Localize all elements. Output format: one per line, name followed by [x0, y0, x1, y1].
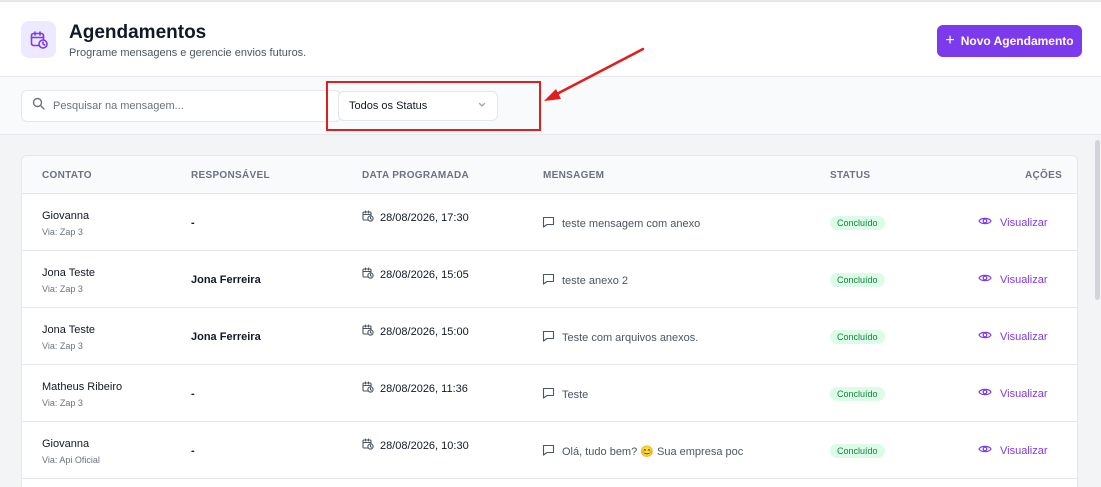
annotation-highlight-box [326, 81, 541, 131]
view-button-label: Visualizar [1000, 216, 1048, 229]
status-badge: Concluído [830, 216, 885, 230]
contact-channel: Via: Zap 3 [42, 398, 83, 408]
calendar-clock-icon [21, 21, 56, 58]
message-preview: teste mensagem com anexo [542, 216, 700, 231]
contact-name: Giovanna [42, 210, 90, 222]
view-button-label: Visualizar [1000, 330, 1048, 343]
column-header-data: DATA PROGRAMADA [362, 170, 470, 181]
contact-name: Jona Teste [42, 324, 96, 336]
responsible-name: - [191, 217, 195, 229]
contact-channel: Via: Zap 3 [42, 284, 83, 294]
table-row[interactable]: Jona Teste Via: Zap 3 Jona Ferreira 28/08/2… [22, 308, 1077, 365]
status-badge: Concluído [830, 330, 885, 344]
view-button-label: Visualizar [1000, 273, 1048, 286]
scheduled-date: 28/08/2026, 15:05 [362, 267, 469, 282]
search-box[interactable] [21, 90, 341, 122]
contact-channel: Via: Zap 3 [42, 341, 83, 351]
new-schedule-button[interactable]: + Novo Agendamento [937, 25, 1082, 57]
scheduled-date-text: 28/08/2026, 15:05 [380, 268, 469, 281]
eye-icon [978, 444, 992, 457]
view-button[interactable]: Visualizar [978, 330, 1048, 343]
message-preview: Olá, tudo bem? 😊 Sua empresa poc [542, 444, 743, 459]
page-header: Agendamentos Programe mensagens e gerenc… [0, 0, 1101, 77]
contact-name: Matheus Ribeiro [42, 381, 123, 393]
scheduled-date-text: 28/08/2026, 11:36 [380, 382, 468, 395]
message-icon [542, 330, 555, 345]
new-schedule-label: Novo Agendamento [960, 34, 1074, 48]
eye-icon [978, 330, 992, 343]
message-icon [542, 387, 555, 402]
table-header: CONTATO RESPONSÁVEL DATA PROGRAMADA MENS… [22, 156, 1077, 194]
calendar-clock-icon [362, 381, 374, 396]
page-title: Agendamentos [69, 22, 207, 43]
message-text: teste anexo 2 [562, 274, 629, 287]
status-badge: Concluído [830, 444, 885, 458]
contact-name: Giovanna [42, 438, 90, 450]
view-button[interactable]: Visualizar [978, 444, 1048, 457]
view-button-label: Visualizar [1000, 387, 1048, 400]
message-preview: Teste [542, 387, 588, 402]
scheduled-date-text: 28/08/2026, 10:30 [380, 439, 469, 452]
status-badge: Concluído [830, 387, 885, 401]
view-button[interactable]: Visualizar [978, 216, 1048, 229]
scheduled-date: 28/08/2026, 11:36 [362, 381, 468, 396]
eye-icon [978, 273, 992, 286]
calendar-clock-icon [362, 267, 374, 282]
search-input[interactable] [53, 100, 313, 112]
table-row[interactable]: Jona Teste Via: Zap 3 Jona Ferreira 28/08/2… [22, 251, 1077, 308]
view-button-label: Visualizar [1000, 444, 1048, 457]
page-subtitle: Programe mensagens e gerencie envios fut… [69, 47, 307, 59]
view-button[interactable]: Visualizar [978, 273, 1048, 286]
responsible-name: Jona Ferreira [191, 331, 261, 343]
table-row[interactable]: Matheus Ribeiro Via: Zap 3 - 28/08/2026, 11… [22, 365, 1077, 422]
scheduled-date: 28/08/2026, 10:30 [362, 438, 469, 453]
search-icon [32, 97, 45, 115]
table-row[interactable]: Giovanna Via: Api Oficial - 28/08/2026, 10:… [22, 422, 1077, 479]
calendar-clock-icon [362, 210, 374, 225]
column-header-mensagem: MENSAGEM [543, 170, 605, 181]
contact-channel: Via: Api Oficial [42, 455, 100, 465]
scheduled-date-text: 28/08/2026, 17:30 [380, 211, 469, 224]
column-header-status: STATUS [830, 170, 871, 181]
contact-name: Jona Teste [42, 267, 96, 279]
message-icon [542, 216, 555, 231]
filter-bar: Todos os Status [0, 77, 1101, 135]
calendar-clock-icon [362, 324, 374, 339]
page-scrollbar[interactable] [1095, 140, 1100, 300]
responsible-name: - [191, 388, 195, 400]
scheduled-date: 28/08/2026, 17:30 [362, 210, 469, 225]
column-header-acoes: AÇÕES [1025, 170, 1063, 181]
view-button[interactable]: Visualizar [978, 387, 1048, 400]
eye-icon [978, 216, 992, 229]
contact-channel: Via: Zap 3 [42, 227, 83, 237]
schedules-table: CONTATO RESPONSÁVEL DATA PROGRAMADA MENS… [21, 155, 1078, 487]
status-badge: Concluído [830, 273, 885, 287]
scheduled-date-text: 28/08/2026, 15:00 [380, 325, 469, 338]
responsible-name: Jona Ferreira [191, 274, 261, 286]
column-header-responsavel: RESPONSÁVEL [191, 170, 270, 181]
eye-icon [978, 387, 992, 400]
calendar-clock-icon [362, 438, 374, 453]
message-text: teste mensagem com anexo [562, 217, 701, 230]
message-icon [542, 273, 555, 288]
table-row[interactable]: Giovanna Via: Zap 3 - 28/08/2026, 17:30 test… [22, 194, 1077, 251]
message-text: Teste com arquivos anexos. [562, 331, 699, 344]
message-preview: teste anexo 2 [542, 273, 628, 288]
responsible-name: - [191, 445, 195, 457]
plus-icon: + [945, 32, 955, 49]
scheduled-date: 28/08/2026, 15:00 [362, 324, 469, 339]
message-preview: Teste com arquivos anexos. [542, 330, 698, 345]
message-text: Olá, tudo bem? 😊 Sua empresa poc [562, 446, 744, 458]
message-icon [542, 444, 555, 459]
message-text: Teste [562, 388, 589, 401]
column-header-contato: CONTATO [42, 170, 92, 181]
